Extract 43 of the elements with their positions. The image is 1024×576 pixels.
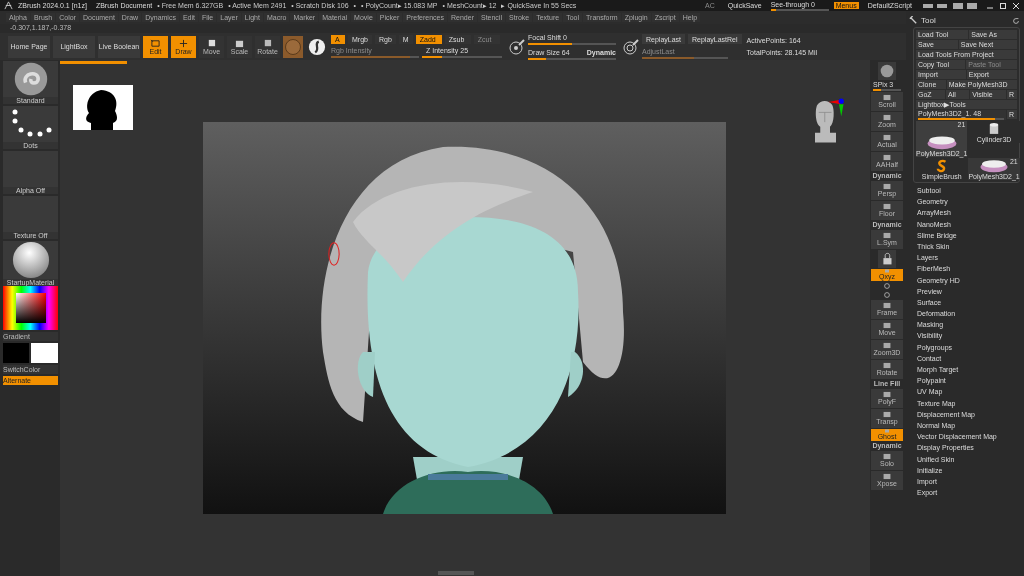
- refresh-icon[interactable]: [1012, 16, 1020, 25]
- close-icon[interactable]: [1012, 1, 1020, 10]
- shelf-glyph-icon: [881, 342, 893, 349]
- lock-button[interactable]: [877, 250, 897, 268]
- focal-shift-slider[interactable]: [528, 42, 616, 45]
- app-logo-icon: [4, 1, 13, 10]
- move-mode-icon: [206, 38, 217, 48]
- scale-mode-icon: [234, 38, 245, 48]
- shelf-glyph-icon: [881, 154, 893, 161]
- draw-mode-icon: [178, 38, 189, 48]
- brush-sphere-icon: [12, 61, 49, 97]
- shelf-glyph-icon: [881, 411, 893, 418]
- replay-target-icon[interactable]: [623, 38, 639, 55]
- scroll-handle[interactable]: [438, 571, 474, 575]
- material-swatch[interactable]: [283, 35, 303, 58]
- hammer-icon: [909, 16, 918, 25]
- silhouette-thumbnail: [73, 85, 133, 130]
- panel-title: Tool: [921, 16, 936, 25]
- shelf-glyph-icon: [881, 302, 893, 309]
- shelf-glyph-icon: [881, 322, 893, 329]
- shelf-glyph-icon: [881, 232, 893, 239]
- maximize-icon[interactable]: [999, 1, 1007, 10]
- main-color-swatch[interactable]: [3, 343, 29, 363]
- shelf-glyph-icon: [881, 134, 893, 141]
- brush-cursor: [328, 240, 340, 268]
- shelf-glyph-icon: [881, 183, 893, 190]
- shelf-glyph-icon: [881, 94, 893, 101]
- edit-mode-icon: [150, 38, 161, 48]
- see-through-slider[interactable]: [770, 8, 829, 11]
- shelf-glyph-icon: [881, 362, 893, 369]
- secondary-color-swatch[interactable]: [31, 343, 58, 363]
- shelf-glyph-icon: [881, 203, 893, 210]
- material-sphere-icon: [11, 241, 50, 279]
- color-picker[interactable]: [3, 286, 58, 330]
- draw-size-slider[interactable]: [528, 57, 616, 60]
- focal-target-icon[interactable]: [509, 38, 525, 55]
- rotate-mode-icon: [262, 38, 273, 48]
- sphere-brush-icon[interactable]: [308, 37, 326, 56]
- shelf-glyph-icon: [881, 391, 893, 398]
- shelf-glyph-icon: [881, 114, 893, 121]
- shelf-glyph-icon: [881, 453, 893, 460]
- sphere-button[interactable]: [877, 62, 897, 80]
- shelf-glyph-icon: [881, 473, 893, 480]
